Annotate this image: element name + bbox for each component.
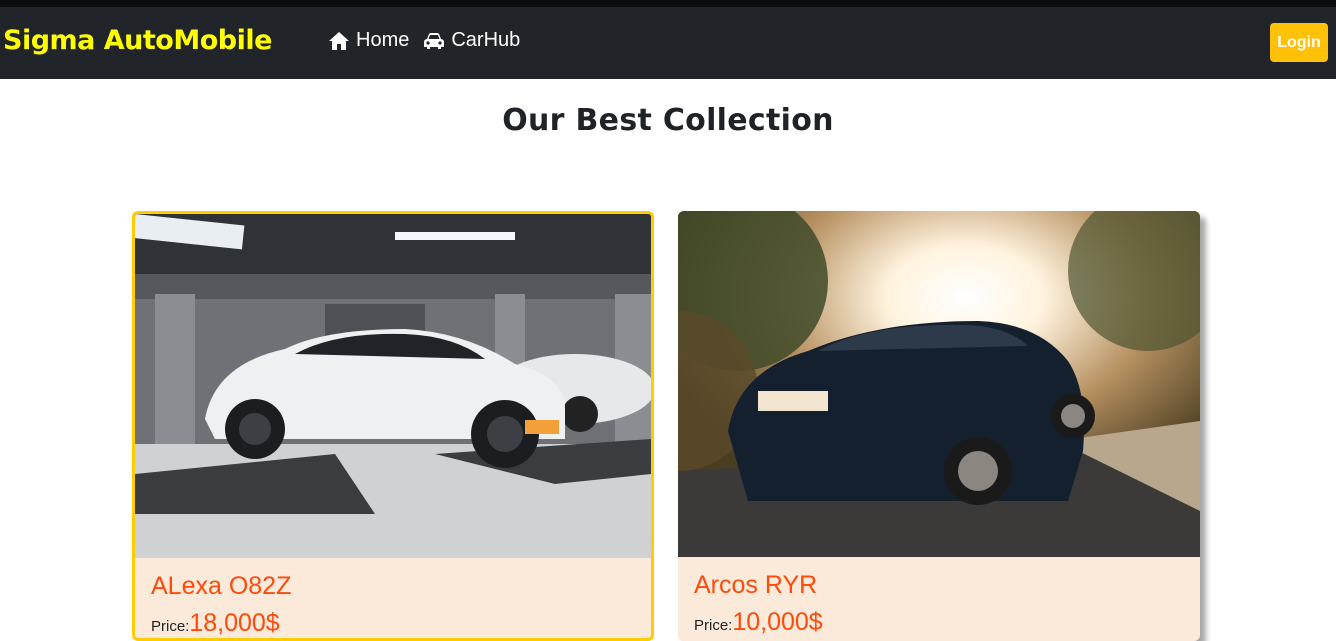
price-label: Price: <box>694 617 733 634</box>
page-title: Our Best Collection <box>502 103 834 138</box>
login-button[interactable]: Login <box>1270 23 1328 62</box>
card-price: Price:18,000$ <box>151 609 635 638</box>
car-card[interactable]: ALexa O82Z Price:18,000$ <box>132 211 654 641</box>
navbar: Sigma AutoMobile Home CarHub Login <box>0 7 1336 79</box>
car-image <box>135 214 651 558</box>
nav-links: Home CarHub <box>328 29 520 52</box>
car-icon <box>424 32 445 49</box>
top-border <box>0 0 1336 7</box>
nav-home-label: Home <box>356 29 410 51</box>
card-title: ALexa O82Z <box>151 572 292 600</box>
nav-carhub-label: CarHub <box>451 29 521 51</box>
car-image <box>678 211 1200 557</box>
nav-home-link[interactable]: Home <box>328 29 409 52</box>
home-icon <box>329 31 349 50</box>
nav-carhub-link[interactable]: CarHub <box>423 29 520 52</box>
price-label: Price: <box>151 618 190 635</box>
card-body: Arcos RYR Price:10,000$ <box>678 557 1200 641</box>
card-price: Price:10,000$ <box>694 608 1184 637</box>
car-card[interactable]: Arcos RYR Price:10,000$ <box>678 211 1200 641</box>
price-value: 18,000$ <box>189 609 280 637</box>
price-value: 10,000$ <box>732 608 823 636</box>
brand-logo[interactable]: Sigma AutoMobile <box>3 25 272 56</box>
card-body: ALexa O82Z Price:18,000$ <box>135 558 651 638</box>
card-title: Arcos RYR <box>694 571 818 599</box>
